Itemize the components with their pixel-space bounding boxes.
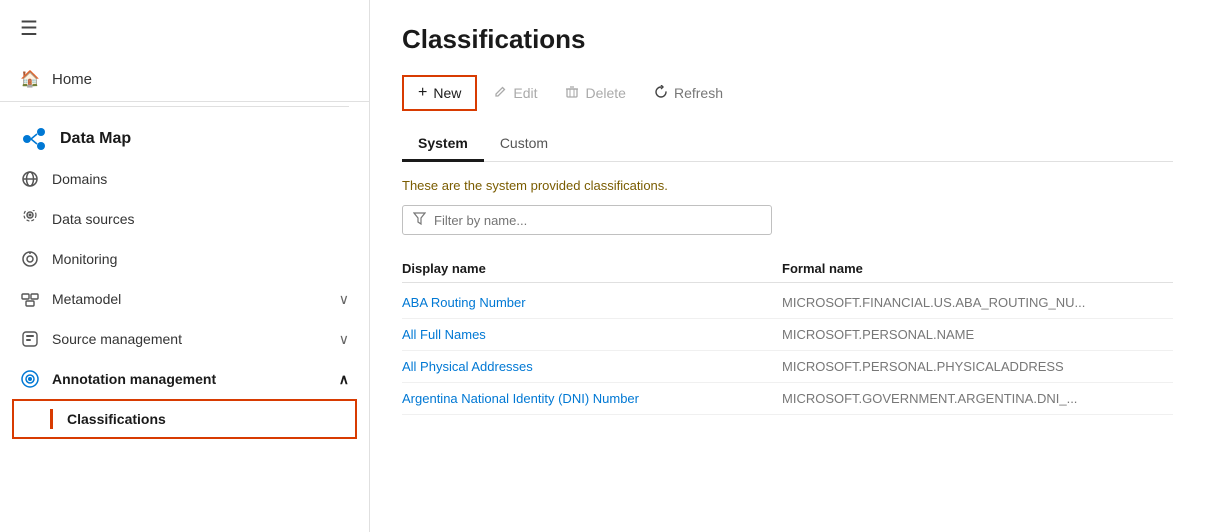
- new-button[interactable]: + New: [402, 75, 477, 111]
- home-icon: 🏠: [20, 69, 40, 89]
- sidebar-item-classifications[interactable]: Classifications: [12, 399, 357, 439]
- filter-input-wrap[interactable]: [402, 205, 772, 235]
- refresh-button-label: Refresh: [674, 85, 723, 101]
- tab-custom-label: Custom: [500, 135, 548, 151]
- tab-custom[interactable]: Custom: [484, 127, 564, 162]
- table-header: Display name Formal name: [402, 255, 1173, 283]
- hamburger-button[interactable]: ☰: [0, 0, 369, 57]
- sidebar-item-domains[interactable]: Domains: [0, 159, 369, 199]
- page-title: Classifications: [402, 24, 1173, 55]
- plus-icon: +: [418, 84, 427, 102]
- row-formal-name: MICROSOFT.GOVERNMENT.ARGENTINA.DNI_...: [782, 391, 1173, 406]
- description-text: These are the system provided classifica…: [402, 178, 1173, 193]
- toolbar: + New Edit Delete Refresh: [402, 75, 1173, 111]
- row-formal-name: MICROSOFT.PERSONAL.PHYSICALADDRESS: [782, 359, 1173, 374]
- domains-icon: [20, 169, 40, 189]
- row-display-name[interactable]: ABA Routing Number: [402, 295, 782, 310]
- metamodel-icon: [20, 289, 40, 309]
- refresh-button[interactable]: Refresh: [642, 78, 735, 109]
- source-management-chevron-icon: ∨: [339, 331, 349, 348]
- filter-input[interactable]: [434, 213, 761, 228]
- table-row: ABA Routing Number MICROSOFT.FINANCIAL.U…: [402, 287, 1173, 319]
- classifications-label: Classifications: [67, 411, 166, 427]
- edit-icon: [493, 85, 507, 102]
- table-body: ABA Routing Number MICROSOFT.FINANCIAL.U…: [402, 287, 1173, 415]
- sidebar-item-monitoring[interactable]: Monitoring: [0, 239, 369, 279]
- active-indicator: [50, 409, 53, 429]
- row-formal-name: MICROSOFT.FINANCIAL.US.ABA_ROUTING_NU...: [782, 295, 1173, 310]
- sidebar-item-label: Data sources: [52, 211, 134, 227]
- sidebar-item-metamodel[interactable]: Metamodel ∨: [0, 279, 369, 319]
- source-management-icon: [20, 329, 40, 349]
- hamburger-icon: ☰: [20, 18, 38, 40]
- row-display-name[interactable]: All Physical Addresses: [402, 359, 782, 374]
- col-header-formal: Formal name: [782, 261, 1173, 276]
- sidebar: ☰ 🏠 Home Data Map Domains Data sources M: [0, 0, 370, 532]
- row-display-name[interactable]: Argentina National Identity (DNI) Number: [402, 391, 782, 406]
- sidebar-item-home[interactable]: 🏠 Home: [0, 57, 369, 102]
- tab-bar: System Custom: [402, 127, 1173, 162]
- edit-button[interactable]: Edit: [481, 78, 549, 109]
- delete-button-label: Delete: [585, 85, 625, 101]
- tab-system-label: System: [418, 135, 468, 151]
- sidebar-item-data-sources[interactable]: Data sources: [0, 199, 369, 239]
- delete-icon: [565, 85, 579, 102]
- metamodel-chevron-icon: ∨: [339, 291, 349, 308]
- table-row: Argentina National Identity (DNI) Number…: [402, 383, 1173, 415]
- annotation-management-label: Annotation management: [52, 371, 216, 387]
- annotation-management-section: Annotation management ∧ Classifications: [0, 359, 369, 439]
- sidebar-datamap-label: Data Map: [60, 130, 131, 148]
- table-row: All Physical Addresses MICROSOFT.PERSONA…: [402, 351, 1173, 383]
- tab-system[interactable]: System: [402, 127, 484, 162]
- sidebar-item-label: Domains: [52, 171, 107, 187]
- sidebar-divider-1: [20, 106, 349, 107]
- sidebar-item-label: Source management: [52, 331, 182, 347]
- col-header-display: Display name: [402, 261, 782, 276]
- sidebar-item-source-management[interactable]: Source management ∨: [0, 319, 369, 359]
- new-button-label: New: [433, 85, 461, 101]
- sidebar-section-datamap: Data Map: [0, 111, 369, 159]
- monitoring-icon: [20, 249, 40, 269]
- filter-icon: [413, 212, 426, 228]
- sidebar-item-label: Metamodel: [52, 291, 121, 307]
- delete-button[interactable]: Delete: [553, 78, 637, 109]
- sidebar-item-label: Monitoring: [52, 251, 117, 267]
- main-content: Classifications + New Edit Delete Refres…: [370, 0, 1205, 532]
- edit-button-label: Edit: [513, 85, 537, 101]
- annotation-icon: [20, 369, 40, 389]
- sidebar-home-label: Home: [52, 71, 92, 88]
- refresh-icon: [654, 85, 668, 102]
- row-display-name[interactable]: All Full Names: [402, 327, 782, 342]
- row-formal-name: MICROSOFT.PERSONAL.NAME: [782, 327, 1173, 342]
- annotation-management-header[interactable]: Annotation management ∧: [0, 359, 369, 399]
- data-sources-icon: [20, 209, 40, 229]
- annotation-chevron-icon: ∧: [339, 371, 349, 388]
- datamap-icon: [20, 125, 48, 153]
- table-row: All Full Names MICROSOFT.PERSONAL.NAME: [402, 319, 1173, 351]
